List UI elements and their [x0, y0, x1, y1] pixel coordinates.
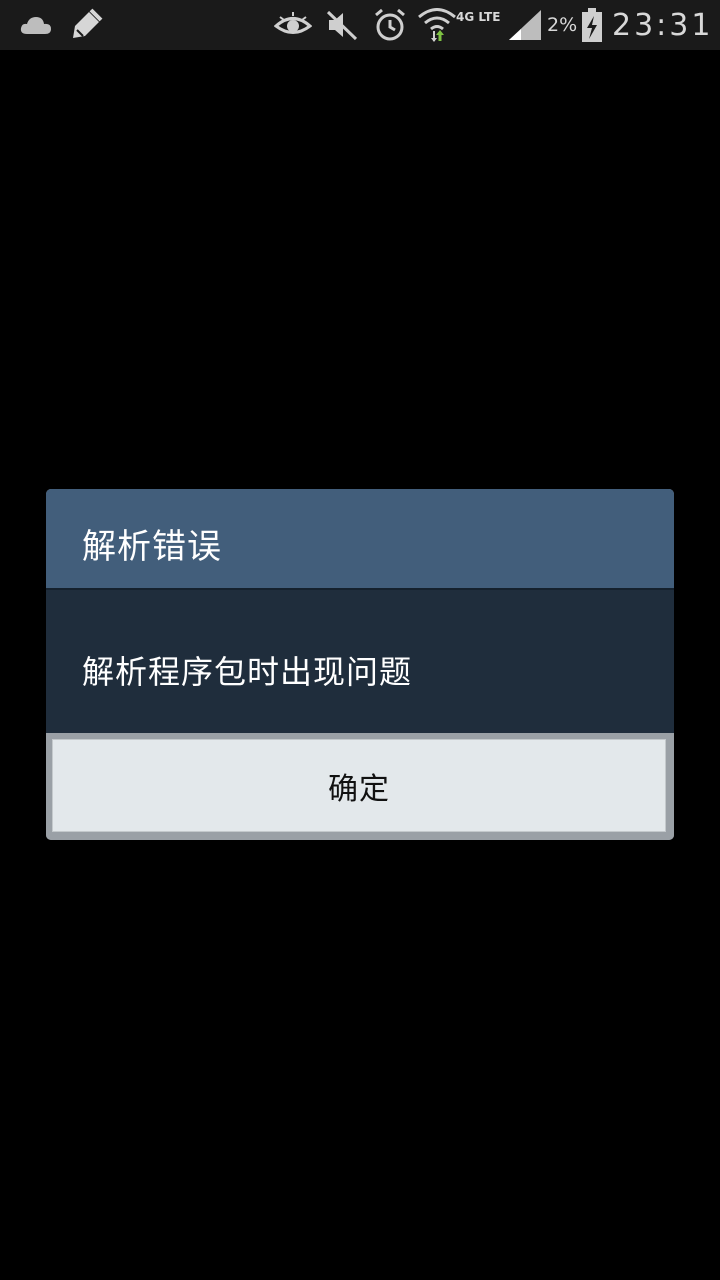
parse-error-dialog: 解析错误 解析程序包时出现问题 确定: [46, 489, 674, 840]
battery-charging-icon: [578, 0, 606, 50]
dialog-body: 解析程序包时出现问题: [46, 590, 674, 733]
cloud-icon: [18, 0, 54, 50]
dialog-title-bar: 解析错误: [46, 489, 674, 590]
mute-icon: [322, 0, 362, 50]
alarm-icon: [370, 0, 410, 50]
clock: 23:31: [612, 7, 714, 43]
dialog-message: 解析程序包时出现问题: [82, 653, 413, 691]
status-bar: 4G LTE 2% 23:31: [0, 0, 720, 50]
dialog-footer: 确定: [46, 733, 674, 840]
ok-button[interactable]: 确定: [52, 739, 666, 832]
eye-icon: [272, 0, 314, 50]
dialog-title: 解析错误: [82, 527, 222, 567]
signal-icon: [506, 0, 544, 50]
brush-icon: [64, 0, 106, 50]
network-type-label: 4G LTE: [456, 10, 501, 24]
wifi-icon: [416, 0, 458, 50]
battery-percent: 2%: [547, 14, 578, 36]
